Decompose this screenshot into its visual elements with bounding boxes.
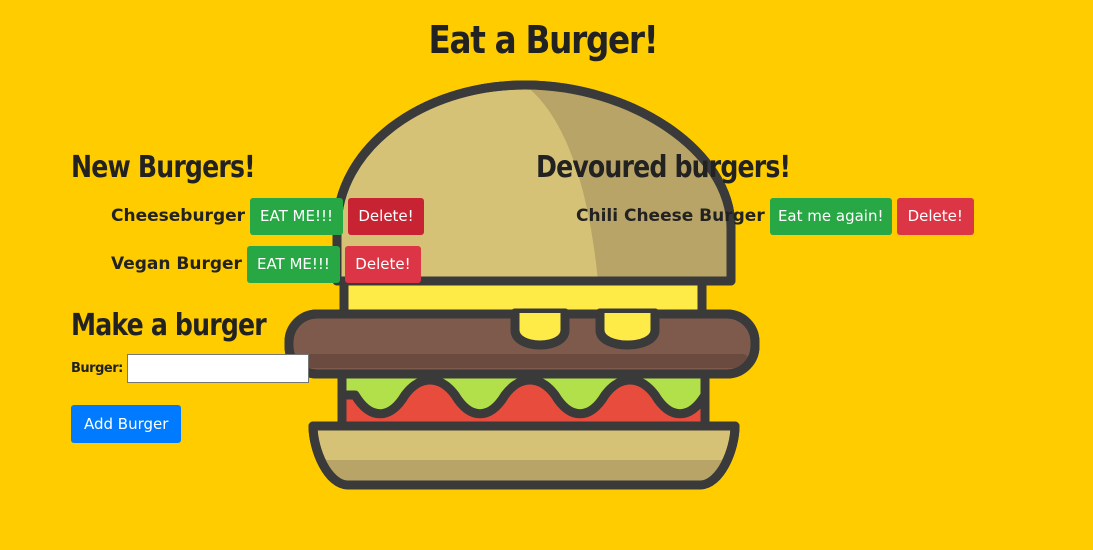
burger-field-label: Burger: — [71, 361, 123, 376]
make-burger-heading: Make a burger — [71, 308, 267, 343]
eat-me-again-button[interactable]: Eat me again! — [769, 197, 892, 235]
burger-name: Vegan Burger — [111, 254, 242, 274]
burger-name-input[interactable] — [126, 354, 309, 383]
eat-me-button[interactable]: EAT ME!!! — [246, 245, 340, 283]
delete-button[interactable]: Delete! — [348, 197, 425, 235]
list-item: Chili Cheese Burger Eat me again! Delete… — [576, 197, 979, 235]
add-burger-button[interactable]: Add Burger — [71, 405, 182, 443]
devoured-burgers-heading: Devoured burgers! — [536, 150, 791, 185]
burger-form: Burger: — [71, 354, 309, 383]
list-item: Cheeseburger EAT ME!!! Delete! — [111, 197, 429, 235]
eat-me-button[interactable]: EAT ME!!! — [250, 197, 344, 235]
list-item: Vegan Burger EAT ME!!! Delete! — [111, 245, 426, 283]
new-burgers-heading: New Burgers! — [71, 150, 256, 185]
burger-name: Chili Cheese Burger — [576, 206, 765, 226]
delete-button[interactable]: Delete! — [344, 245, 421, 283]
burger-name: Cheeseburger — [111, 206, 246, 226]
delete-button[interactable]: Delete! — [896, 197, 974, 235]
page-title: Eat a Burger! — [428, 18, 658, 62]
